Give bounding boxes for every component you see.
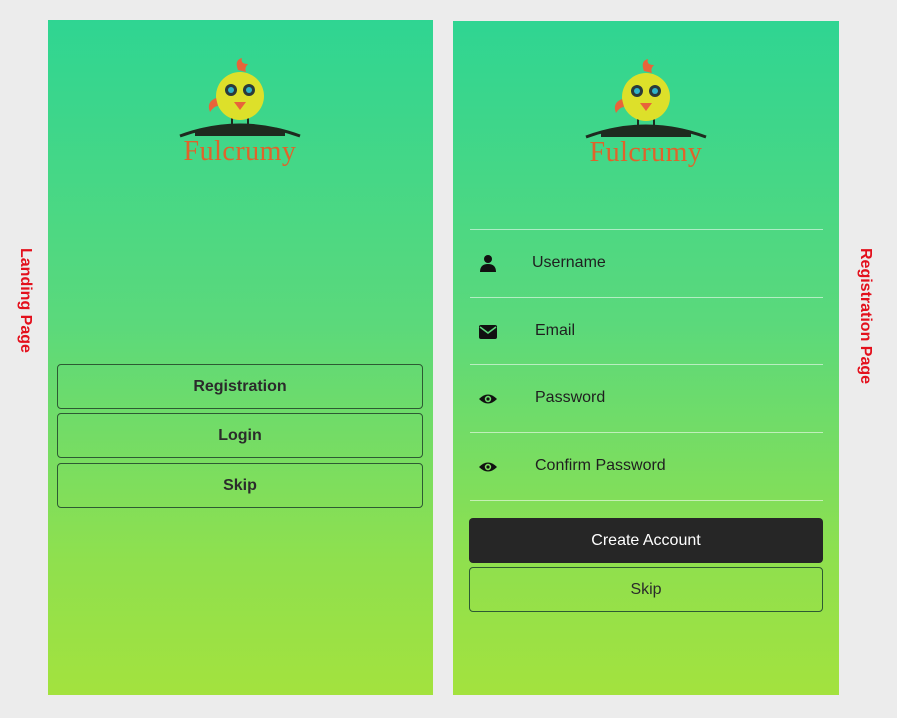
person-icon [480,255,496,272]
divider [470,500,823,501]
username-row [470,229,823,297]
username-input[interactable] [532,254,812,272]
confirm-password-row [470,432,823,500]
registration-page-caption: Registration Page [857,248,874,385]
login-button[interactable]: Login [57,413,423,458]
brand-name: Fulcrumy [183,136,297,167]
registration-screen: Fulcrumy Create Account Skip [453,21,839,695]
landing-page-caption: Landing Page [17,248,34,353]
skip-button[interactable]: Skip [469,567,823,612]
password-row [470,364,823,432]
create-account-button[interactable]: Create Account [469,518,823,563]
registration-button[interactable]: Registration [57,364,423,409]
app-logo: Fulcrumy [160,58,320,168]
landing-screen: Fulcrumy Registration Login Skip [48,20,433,695]
brand-name: Fulcrumy [589,137,703,168]
skip-button[interactable]: Skip [57,463,423,508]
envelope-icon [479,325,497,339]
email-input[interactable] [535,322,815,340]
chick-mascot-icon [179,58,301,138]
password-input[interactable] [535,389,815,407]
chick-mascot-icon [585,59,707,139]
confirm-password-input[interactable] [535,457,815,475]
app-logo: Fulcrumy [566,59,726,169]
eye-icon[interactable] [478,457,498,477]
eye-icon[interactable] [478,389,498,409]
email-row [470,297,823,365]
